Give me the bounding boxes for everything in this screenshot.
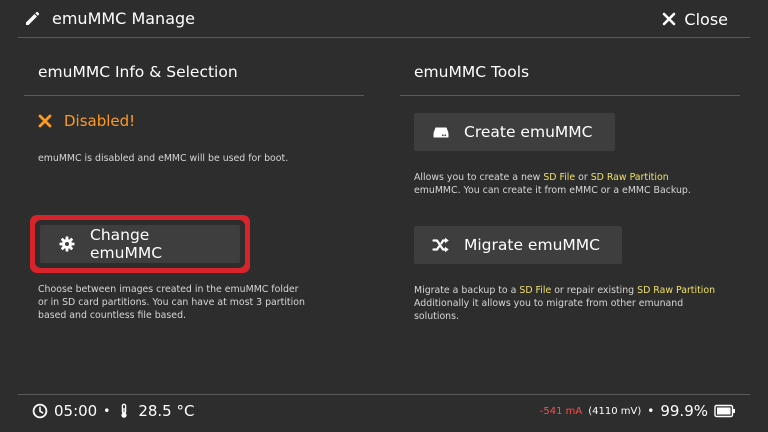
migrate-desc-text-a: Migrate a backup to a <box>414 285 520 296</box>
create-desc-line-2: emuMMC. You can create it from eMMC or a… <box>414 185 691 196</box>
create-desc-line-1: Allows you to create a new SD File or SD… <box>414 171 691 184</box>
page-title: emuMMC Manage <box>52 9 195 28</box>
status-bar: 05:00 • 28.5 °C -541 mA (4110 mV) • 99.9… <box>0 398 768 428</box>
change-desc-line-3: based and countless file based. <box>38 310 187 321</box>
temperature-text: 28.5 °C <box>138 402 195 420</box>
change-emummc-label: Change emuMMC <box>90 226 163 262</box>
clock-icon <box>32 403 48 419</box>
gear-icon <box>59 236 75 252</box>
battery-icon <box>714 404 735 418</box>
footer-divider <box>18 394 750 395</box>
migrate-desc-text-b: or repair existing <box>551 285 638 296</box>
sd-file-link: SD File <box>543 172 576 183</box>
cross-icon <box>38 114 52 128</box>
header-divider <box>18 37 750 38</box>
drive-icon <box>433 127 449 138</box>
shuffle-icon <box>432 237 449 253</box>
create-desc-text-or: or <box>575 172 591 183</box>
migrate-sd-raw-link: SD Raw Partition <box>637 285 716 296</box>
current-text: -541 mA <box>539 405 583 417</box>
close-label: Close <box>684 9 728 29</box>
info-selection-section: emuMMC Info & Selection <box>24 60 364 96</box>
status-description: emuMMC is disabled and eMMC will be used… <box>38 153 289 164</box>
close-icon <box>663 12 676 26</box>
separator-dot: • <box>103 404 111 418</box>
migrate-sd-file-link: SD File <box>519 285 552 296</box>
change-description: Choose between images created in the emu… <box>38 283 305 322</box>
change-emummc-button[interactable]: Change emuMMC <box>40 225 240 263</box>
create-description: Allows you to create a new SD File or SD… <box>414 171 691 197</box>
battery-percent: 99.9% <box>660 402 708 420</box>
migrate-emummc-label: Migrate emuMMC <box>464 236 600 254</box>
section-divider-info <box>24 95 364 96</box>
time-text: 05:00 <box>54 402 98 420</box>
migrate-desc-line-3: solutions. <box>414 311 459 322</box>
tools-section: emuMMC Tools <box>400 60 740 96</box>
change-desc-line-2: or in SD card partitions. You can have a… <box>38 297 305 308</box>
header-bar: emuMMC Manage Close <box>0 0 768 38</box>
create-emummc-button[interactable]: Create emuMMC <box>414 113 615 151</box>
create-emummc-label: Create emuMMC <box>464 123 593 141</box>
sd-raw-partition-link: SD Raw Partition <box>590 172 669 183</box>
migrate-desc-line-2: Additionally it allows you to migrate fr… <box>414 298 684 309</box>
thermometer-icon <box>121 403 127 418</box>
close-button[interactable]: Close <box>662 8 728 30</box>
status-right: -541 mA (4110 mV) • 99.9% <box>540 402 736 420</box>
pencil-icon <box>26 11 40 25</box>
migrate-desc-line-1: Migrate a backup to a SD File or repair … <box>414 284 715 297</box>
separator-dot-2: • <box>647 404 655 418</box>
status-indicator: Disabled! <box>38 112 135 130</box>
status-text: Disabled! <box>64 112 136 130</box>
migrate-description: Migrate a backup to a SD File or repair … <box>414 284 715 323</box>
section-divider-tools <box>400 95 740 96</box>
change-desc-line-1: Choose between images created in the emu… <box>38 284 299 295</box>
section-title-tools: emuMMC Tools <box>414 63 530 81</box>
voltage-text: (4110 mV) <box>588 405 642 417</box>
emummc-manage-window: emuMMC Manage Close emuMMC Info & Select… <box>0 0 768 432</box>
section-title-info: emuMMC Info & Selection <box>38 63 238 81</box>
create-desc-text-a: Allows you to create a new <box>414 172 544 183</box>
status-left: 05:00 • 28.5 °C <box>32 402 194 420</box>
migrate-emummc-button[interactable]: Migrate emuMMC <box>414 226 622 264</box>
